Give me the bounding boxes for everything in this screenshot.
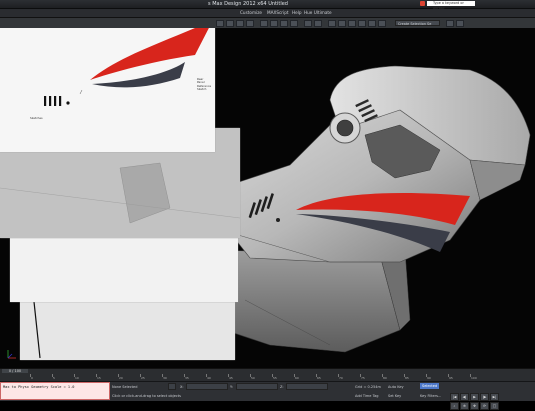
reference-sheet-1: Rear Panel Reference Sketch Sketches (0, 28, 215, 152)
menu-item-help[interactable]: Help (292, 9, 302, 17)
timeline-tick-label: 100 (471, 376, 477, 380)
search-input[interactable]: Type a keyword or phrase (427, 1, 475, 10)
move-tool-icon[interactable] (226, 20, 234, 27)
sheet-note-2: Sketches (30, 116, 43, 120)
lock-selection-icon[interactable] (168, 383, 176, 390)
rotate-tool-icon[interactable] (236, 20, 244, 27)
timeline-tick-label: 55 (273, 376, 277, 380)
timeline-tick-label: 30 (163, 376, 167, 380)
timeline-tick-label: 85 (405, 376, 409, 380)
timeline-tick-label: 80 (383, 376, 387, 380)
select-tool-icon[interactable] (216, 20, 224, 27)
y-coordinate-field[interactable] (236, 383, 278, 390)
auto-key-mode-dropdown[interactable]: Selected (420, 383, 440, 389)
y-coordinate-label: Y: (230, 385, 233, 389)
auto-key-button[interactable]: Auto Key (388, 385, 404, 389)
timeline-tick-label: 70 (339, 376, 343, 380)
schematic-view-icon[interactable] (358, 20, 366, 27)
maxscript-output-line: Max to Physx Geometry Scale = 1.0 (3, 385, 75, 389)
timeline-tick-label: 90 (427, 376, 431, 380)
track-bar[interactable]: 0 5 10 15 20 25 30 35 40 45 50 55 60 65 70 75 80 85 90 95 10… (30, 374, 477, 380)
scale-tool-icon[interactable] (246, 20, 254, 27)
timeline-tick-label: 95 (449, 376, 453, 380)
snap-toggle-icon[interactable] (260, 20, 268, 27)
timeline-tick-label: 20 (119, 376, 123, 380)
material-editor-icon[interactable] (368, 20, 376, 27)
key-filters-button[interactable]: Key Filters... (420, 394, 441, 398)
time-slider[interactable]: 0 / 100 (2, 369, 28, 373)
layer-manager-icon[interactable] (328, 20, 336, 27)
timeline-tick-label: 40 (207, 376, 211, 380)
zoom-all-icon[interactable]: ⊕ (460, 402, 469, 410)
sheet-note-1-line-4: Sketch (197, 87, 207, 92)
axis-tripod-icon (7, 350, 16, 359)
mirror-icon[interactable] (304, 20, 312, 27)
window-title: s Max Design 2012 x64 Untitled (208, 1, 288, 7)
navigation-controls: ⌕ ⊕ ✥ ⟳ □ (450, 392, 500, 411)
grid-size: Grid = 0.254m (355, 385, 381, 389)
timeline-tick-label: 35 (185, 376, 189, 380)
sheet-note-1: Rear Panel Reference Sketch (197, 77, 211, 92)
menu-item-maxscript[interactable]: MAXScript (267, 9, 289, 17)
timeline-tick-label: 15 (97, 376, 101, 380)
z-coordinate-label: Z: (280, 385, 284, 389)
render-setup-icon[interactable] (378, 20, 386, 27)
timeline-tick-label: 45 (229, 376, 233, 380)
maxscript-listener[interactable]: Max to Physx Geometry Scale = 1.0 (0, 382, 110, 400)
timeline-tick-label: 50 (251, 376, 255, 380)
angle-snap-icon[interactable] (270, 20, 278, 27)
menu-item-customize[interactable]: Customize (240, 9, 262, 17)
timeline-tick-label: 60 (295, 376, 299, 380)
timeline-tick-label: 25 (141, 376, 145, 380)
timeline-tick-label: 75 (361, 376, 365, 380)
spinner-snap-icon[interactable] (290, 20, 298, 27)
graphite-ribbon-icon[interactable] (338, 20, 346, 27)
x-coordinate-field[interactable] (186, 383, 228, 390)
infocenter-icon[interactable] (420, 1, 425, 6)
maximize-viewport-icon[interactable]: □ (490, 402, 499, 410)
align-icon[interactable] (314, 20, 322, 27)
set-key-button[interactable]: Set Key (388, 394, 401, 398)
render-frame-icon[interactable] (446, 20, 454, 27)
menu-item-hue-ultimate[interactable]: Hue Ultimate (304, 9, 332, 17)
percent-snap-icon[interactable] (280, 20, 288, 27)
prompt-line: Click or click-and-drag to select object… (112, 394, 181, 398)
perspective-viewport[interactable]: Rear Panel Reference Sketch Sketches (0, 28, 535, 368)
menu-bar: Customize MAXScript Help Hue Ultimate (0, 9, 535, 18)
zoom-icon[interactable]: ⌕ (450, 402, 459, 410)
timeline-tick-label: 5 (53, 376, 55, 380)
orbit-icon[interactable]: ⟳ (480, 402, 489, 410)
timeline-tick-label: 10 (75, 376, 79, 380)
curve-editor-icon[interactable] (348, 20, 356, 27)
timeline-tick-label: 65 (317, 376, 321, 380)
timeline-tick-label: 0 (31, 376, 33, 380)
pan-icon[interactable]: ✥ (470, 402, 479, 410)
selection-status: None Selected (112, 385, 138, 389)
title-bar: s Max Design 2012 x64 Untitled Type a ke… (0, 0, 535, 17)
render-production-icon[interactable] (456, 20, 464, 27)
add-time-tag-button[interactable]: Add Time Tag (355, 394, 379, 398)
x-coordinate-label: X: (180, 385, 184, 389)
sheet-sketch-1 (44, 28, 209, 106)
selection-set-dropdown[interactable]: Create Selection Se (395, 20, 440, 26)
z-coordinate-field[interactable] (286, 383, 328, 390)
